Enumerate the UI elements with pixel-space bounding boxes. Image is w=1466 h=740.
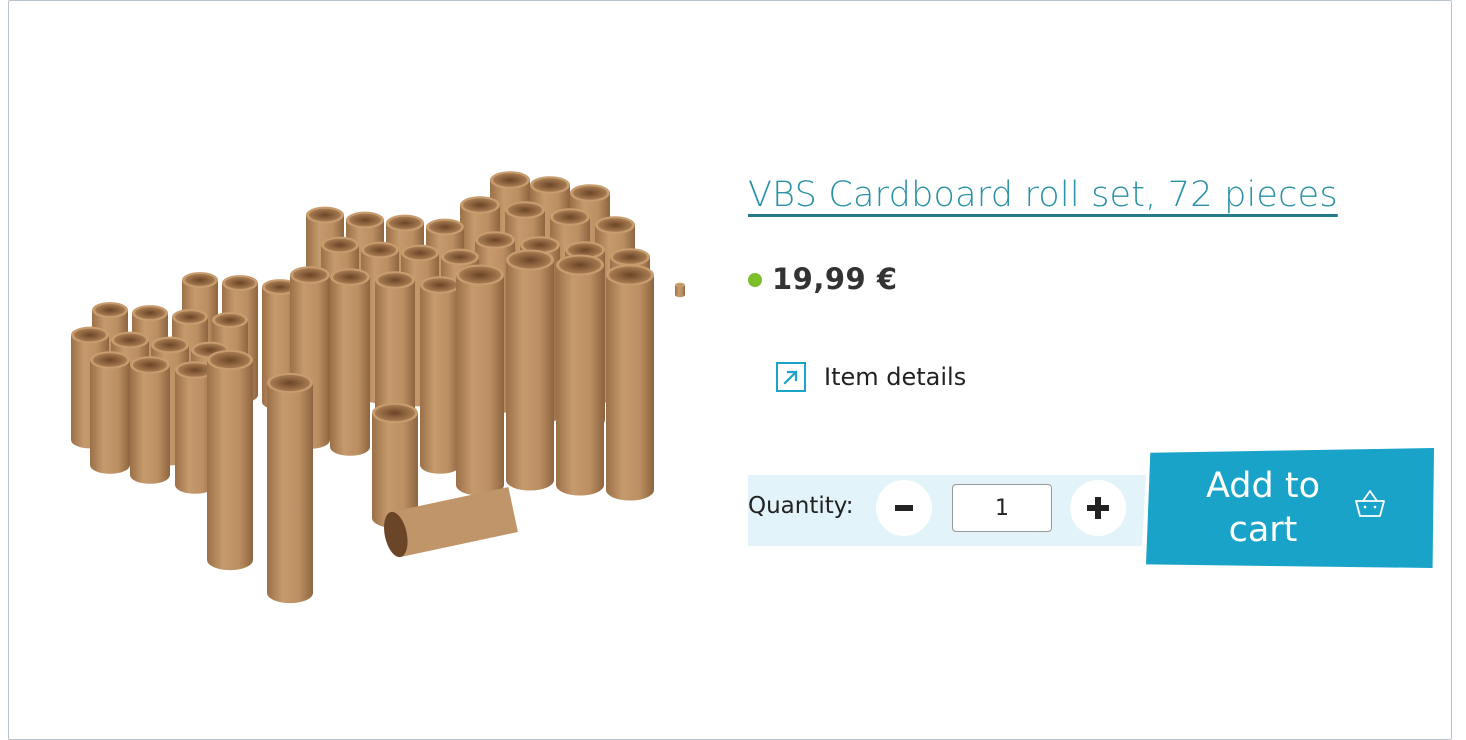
quantity-decrease-button[interactable]: [876, 480, 932, 536]
stock-status-dot: [748, 273, 762, 287]
product-title-link[interactable]: VBS Cardboard roll set, 72 pieces: [748, 175, 1338, 215]
quantity-label: Quantity:: [748, 493, 853, 519]
add-to-cart-button[interactable]: Add to cart: [1146, 448, 1434, 568]
price: 19,99 €: [772, 262, 898, 296]
plus-icon: [1085, 495, 1111, 521]
item-details-label: Item details: [824, 363, 966, 391]
minus-icon: [892, 496, 916, 520]
add-to-cart-label: Add to cart: [1198, 464, 1328, 552]
external-link-icon: [776, 362, 806, 392]
basket-icon: [1352, 486, 1388, 522]
quantity-input[interactable]: [952, 484, 1052, 532]
quantity-increase-button[interactable]: [1070, 480, 1126, 536]
product-image[interactable]: [50, 165, 690, 605]
price-row: 19,99 €: [748, 262, 898, 296]
item-details-link[interactable]: Item details: [776, 362, 966, 392]
